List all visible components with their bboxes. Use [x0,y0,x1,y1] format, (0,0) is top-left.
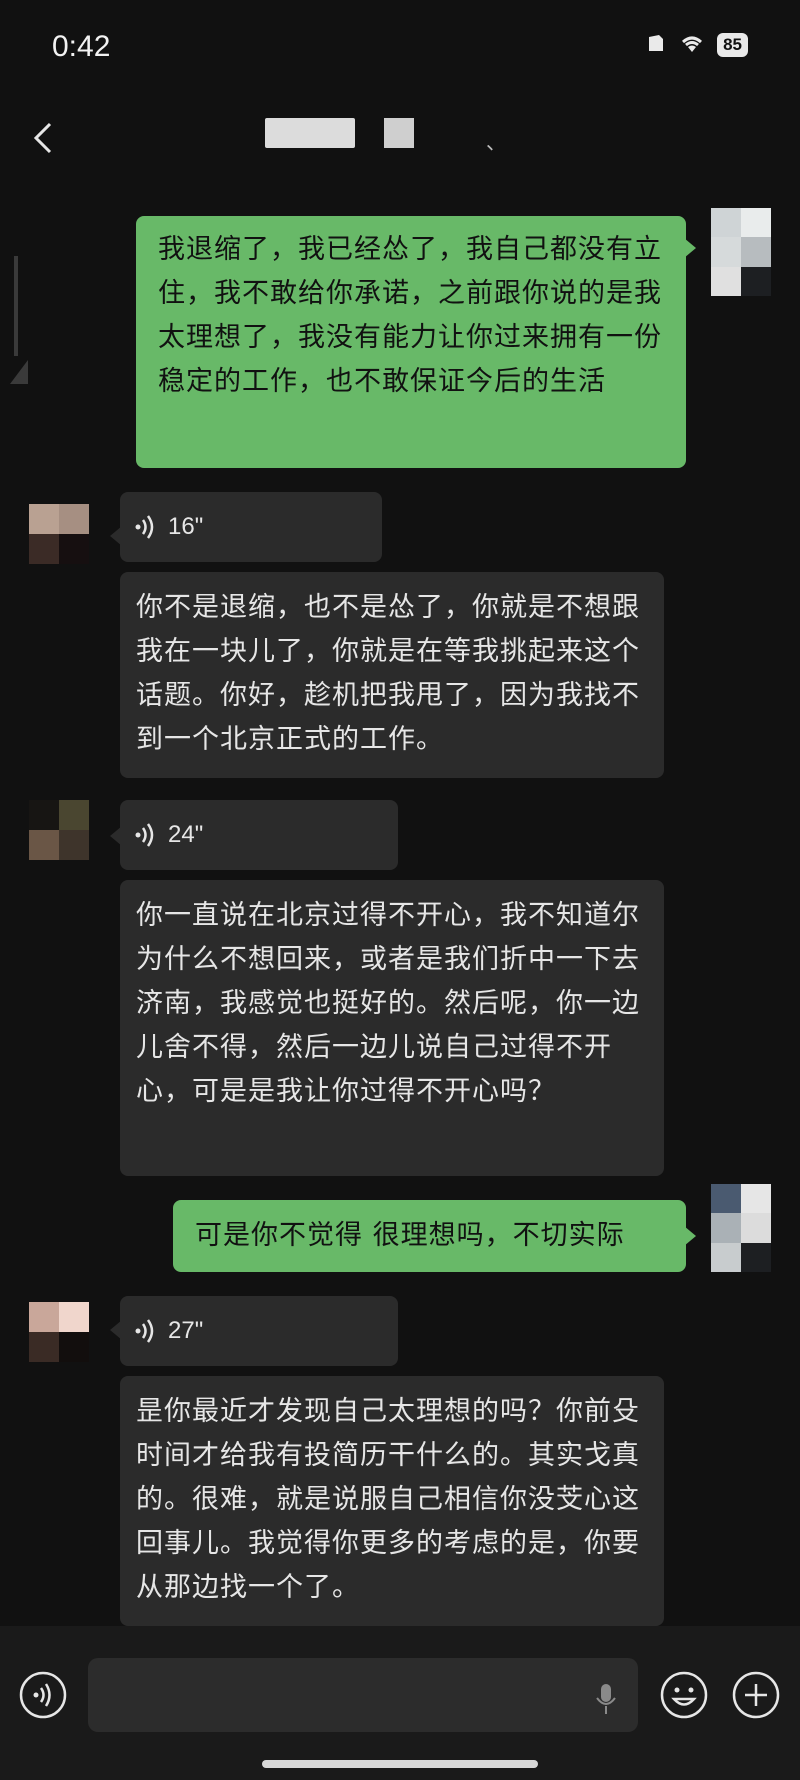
scroll-indicator [10,256,28,384]
home-indicator[interactable] [262,1760,538,1768]
microphone-icon[interactable] [594,1682,618,1716]
avatar-self[interactable] [711,208,771,296]
voice-duration: 24" [168,821,204,848]
wifi-icon [677,32,707,58]
status-time: 0:42 [52,30,111,63]
status-bar: 0:42 85 [0,0,800,96]
battery-icon: 85 [717,33,748,57]
emoji-button[interactable] [659,1670,709,1720]
voice-message[interactable]: 24" [120,800,398,870]
voice-duration: 16" [168,513,204,540]
more-options-button[interactable] [731,1670,781,1720]
voice-message[interactable]: 16" [120,492,382,562]
chat-title-obscured-2 [384,118,414,148]
chat-title-obscured [265,118,355,148]
avatar-contact[interactable] [29,800,89,860]
message-bubble-incoming[interactable]: 你一直说在北京过得不开心，我不知道尔为什么不想回来，或者是我们折中一下去济南，我… [120,880,664,1176]
voice-message[interactable]: 27" [120,1296,398,1366]
voice-duration: 27" [168,1317,204,1344]
sim-icon [645,33,667,57]
chat-title-mark: 、 [486,130,506,154]
message-bubble-outgoing[interactable]: 我退缩了，我已经怂了，我自己都没有立住，我不敢给你承诺，之前跟你说的是我太理想了… [136,216,686,468]
input-bar [0,1626,800,1780]
back-button[interactable] [26,118,62,158]
status-icons: 85 [645,32,748,58]
emoji-icon [660,1671,708,1719]
avatar-self[interactable] [711,1184,771,1272]
message-bubble-incoming[interactable]: 你不是退缩，也不是怂了，你就是不想跟我在一块儿了，你就是在等我挑起来这个话题。你… [120,572,664,778]
message-bubble-incoming[interactable]: 昰你最近才发现自己太理想的吗？你前殳时间才给我有投简历干什么的。其实戈真的。很难… [120,1376,664,1626]
message-bubble-outgoing[interactable]: 可是你不觉得 很理想吗，不切实际 [173,1200,686,1272]
message-input[interactable] [88,1658,638,1732]
avatar-contact[interactable] [29,1302,89,1362]
voice-wave-icon [135,823,154,847]
voice-wave-icon [135,515,154,539]
voice-mode-button[interactable] [18,1670,68,1720]
chevron-left-icon [33,122,52,154]
avatar-contact[interactable] [29,504,89,564]
plus-icon [732,1671,780,1719]
voice-wave-icon [135,1319,154,1343]
voice-mode-icon [19,1671,67,1719]
